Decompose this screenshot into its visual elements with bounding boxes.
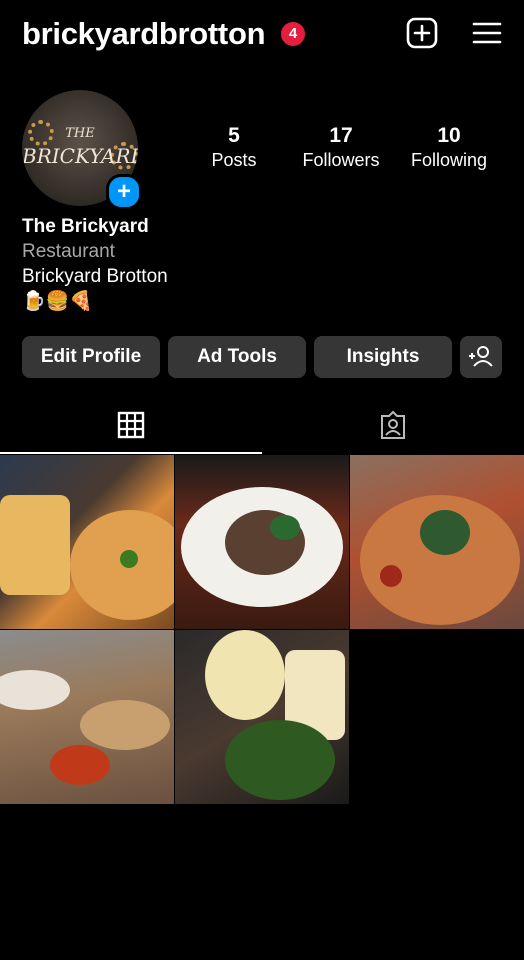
tagged-person-icon xyxy=(381,410,405,439)
profile-bio: Brickyard Brotton xyxy=(22,266,168,287)
edit-profile-button[interactable]: Edit Profile xyxy=(22,336,160,378)
profile-category: Restaurant xyxy=(22,241,115,262)
followers-label: Followers xyxy=(302,150,380,170)
profile-emojis: 🍺🍔🍕 xyxy=(22,291,93,312)
following-stat[interactable]: 10 Following xyxy=(399,124,499,171)
following-count: 10 xyxy=(437,124,461,147)
add-story-button[interactable]: + xyxy=(106,174,142,210)
followers-stat[interactable]: 17 Followers xyxy=(291,124,391,171)
post-thumbnail[interactable] xyxy=(175,455,349,629)
table-of-food-photo xyxy=(0,670,70,710)
post-thumbnail[interactable] xyxy=(175,630,349,804)
tab-tagged[interactable] xyxy=(262,398,524,453)
posts-stat[interactable]: 5 Posts xyxy=(184,124,284,171)
profile-tabs xyxy=(0,398,524,454)
flatbread-shape xyxy=(80,700,170,750)
fries-shape xyxy=(0,495,70,595)
greens-shape xyxy=(420,510,470,555)
discover-people-button[interactable] xyxy=(460,336,502,378)
plus-square-icon[interactable] xyxy=(405,16,439,50)
post-thumbnail[interactable] xyxy=(0,455,174,629)
tab-posts-grid[interactable] xyxy=(0,398,262,454)
greens-shape xyxy=(225,720,335,800)
followers-count: 17 xyxy=(329,124,353,147)
wings-shape xyxy=(50,745,110,785)
following-label: Following xyxy=(410,150,488,170)
notification-badge[interactable]: 4 xyxy=(281,22,305,46)
ad-tools-button[interactable]: Ad Tools xyxy=(168,336,306,378)
greens-shape xyxy=(270,515,300,540)
profile-name: The Brickyard xyxy=(22,216,149,237)
add-person-icon xyxy=(469,346,493,367)
avatar-logo-text: THE BRICKYARD xyxy=(22,126,138,168)
grid-icon xyxy=(117,411,145,439)
pepperoni-shape xyxy=(380,565,402,587)
username-title[interactable]: brickyardbrotton xyxy=(22,16,266,52)
salad-and-fries-photo xyxy=(205,630,285,720)
jalapeno-shape xyxy=(120,550,138,568)
top-bar: brickyardbrotton 4 xyxy=(0,0,524,70)
hamburger-menu-icon[interactable] xyxy=(470,16,504,50)
insights-button[interactable]: Insights xyxy=(314,336,452,378)
post-thumbnail[interactable] xyxy=(350,455,524,629)
post-thumbnail[interactable] xyxy=(0,630,174,804)
posts-count: 5 xyxy=(228,124,240,147)
posts-label: Posts xyxy=(211,150,257,170)
